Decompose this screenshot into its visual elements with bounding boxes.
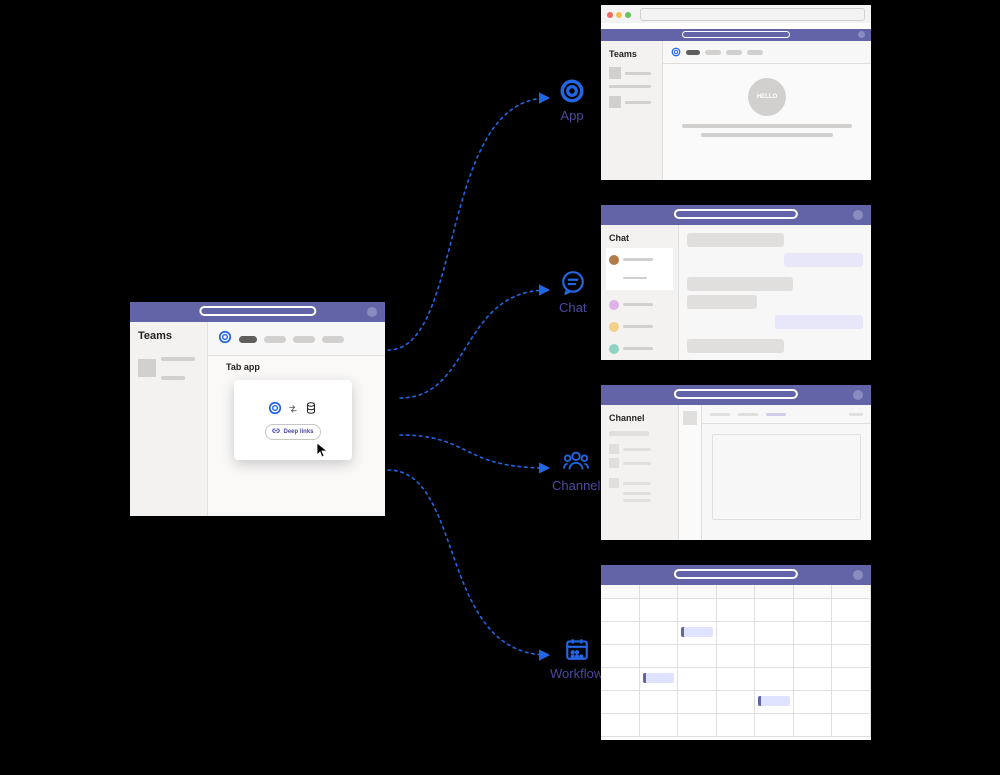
deep-links-pill[interactable]: Deep links [265,424,320,440]
window-titlebar [601,565,871,585]
tab-app-label: Tab app [226,362,385,372]
swirl-icon [559,78,585,104]
swirl-icon [218,330,232,349]
calendar-grid [601,585,871,740]
tab-strip [208,322,385,351]
app-sidebar: Teams [601,41,663,180]
calendar-icon [564,636,590,662]
source-content: Tab app [208,322,385,516]
calendar-event [758,696,790,706]
chat-sidebar: Chat [601,225,679,360]
sidebar-title: Channel [609,413,670,423]
sidebar-title: Teams [609,49,654,59]
dest-app-label: App [559,78,585,123]
sidebar-title: Chat [609,233,670,243]
chat-icon [560,270,586,296]
dest-chat-label: Chat [559,270,586,315]
tab-app-area: Tab app [208,355,385,512]
window-titlebar [601,205,871,225]
swirl-icon [268,401,282,420]
deep-link-card: Deep links [234,380,352,460]
window-titlebar [601,29,871,41]
browser-chrome [601,5,871,23]
dest-channel-label: Channel [552,448,600,493]
target-workflow-window [601,565,871,740]
sidebar-title: Teams [138,330,199,342]
swirl-icon [671,47,681,57]
chat-messages [679,225,871,360]
link-icon [272,427,280,437]
swap-icon [288,401,298,419]
cursor-icon [316,442,330,463]
target-app-window: Teams HELLO [601,5,871,180]
target-channel-window: Channel [601,385,871,540]
deep-links-label: Deep links [283,429,313,435]
channel-sidebar: Channel [601,405,679,540]
dest-workflow-label: Workflow [550,636,603,681]
source-sidebar: Teams [130,322,208,516]
people-icon [562,448,590,474]
target-chat-window: Chat [601,205,871,360]
channel-content [679,405,871,540]
window-titlebar [601,385,871,405]
source-teams-window: Teams Tab app [130,302,385,516]
window-titlebar [130,302,385,322]
database-icon [304,401,318,420]
calendar-event [681,627,713,637]
calendar-event [643,673,675,683]
hello-badge: HELLO [748,78,786,116]
app-content: HELLO [663,41,871,180]
